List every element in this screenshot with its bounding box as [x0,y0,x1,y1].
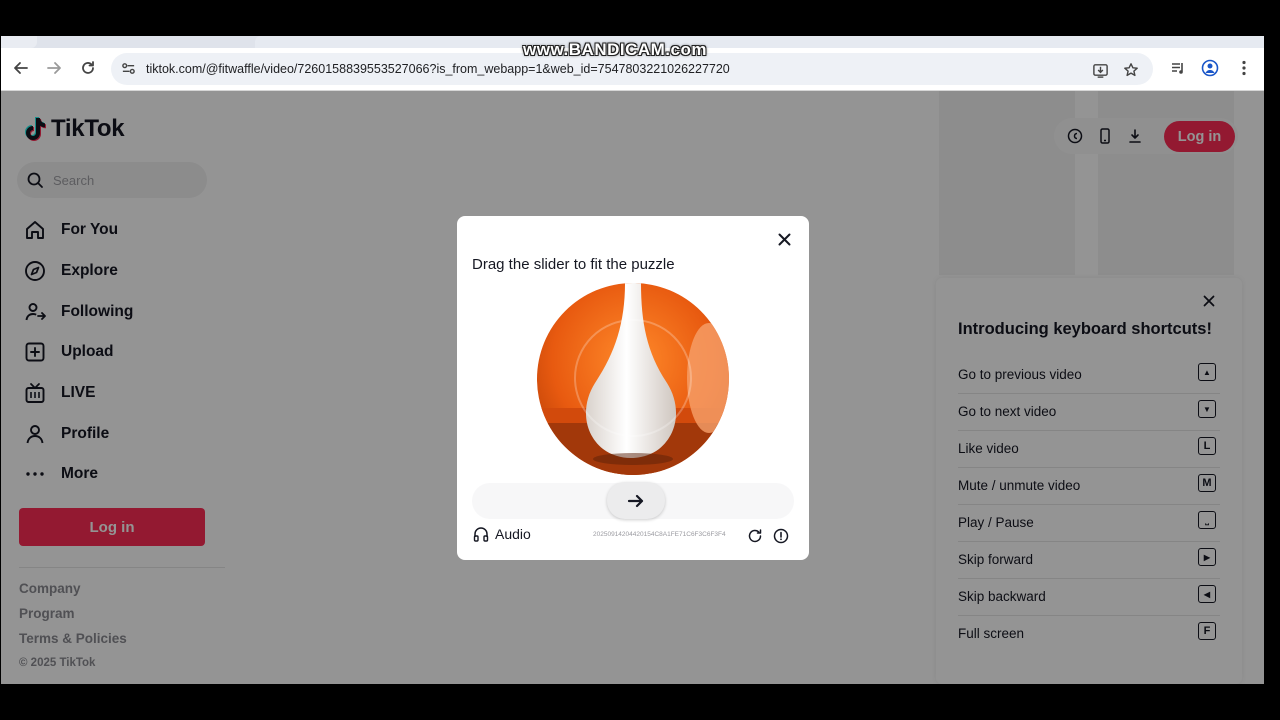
puzzle-image [537,283,729,475]
arrow-right-icon [627,494,644,507]
tab-bar-background [255,36,1264,48]
url-text[interactable]: tiktok.com/@fitwaffle/video/726015883955… [146,62,730,76]
captcha-title: Drag the slider to fit the puzzle [472,256,675,273]
bandicam-watermark: www.BANDICAM.com [523,40,707,59]
bookmark-star-icon[interactable] [1121,60,1141,80]
close-icon[interactable] [775,230,793,248]
account-icon[interactable] [1198,56,1222,80]
info-icon[interactable] [772,527,789,544]
screen: tiktok.com/@fitwaffle/video/726015883955… [1,36,1264,684]
site-settings-icon[interactable] [121,61,136,81]
install-app-icon[interactable] [1090,60,1110,80]
reload-icon[interactable] [76,56,100,80]
slider-handle[interactable] [607,482,665,519]
active-tab[interactable] [1,36,37,48]
back-icon[interactable] [9,56,33,80]
captcha-dialog: Drag the slider to fit the puzzle Audio … [457,216,809,560]
media-controls-icon[interactable] [1166,56,1190,80]
audio-button[interactable]: Audio [473,526,531,542]
captcha-code: 20250914204420154C8A1FE71C6F3C6F3F4 [593,531,726,538]
forward-icon[interactable] [42,56,66,80]
browser-menu-icon[interactable] [1232,56,1256,80]
headphones-icon [473,527,489,542]
refresh-icon[interactable] [746,527,763,544]
tiktok-page: TikTok Search For You Explore Following [1,91,1264,684]
audio-label: Audio [495,526,531,542]
